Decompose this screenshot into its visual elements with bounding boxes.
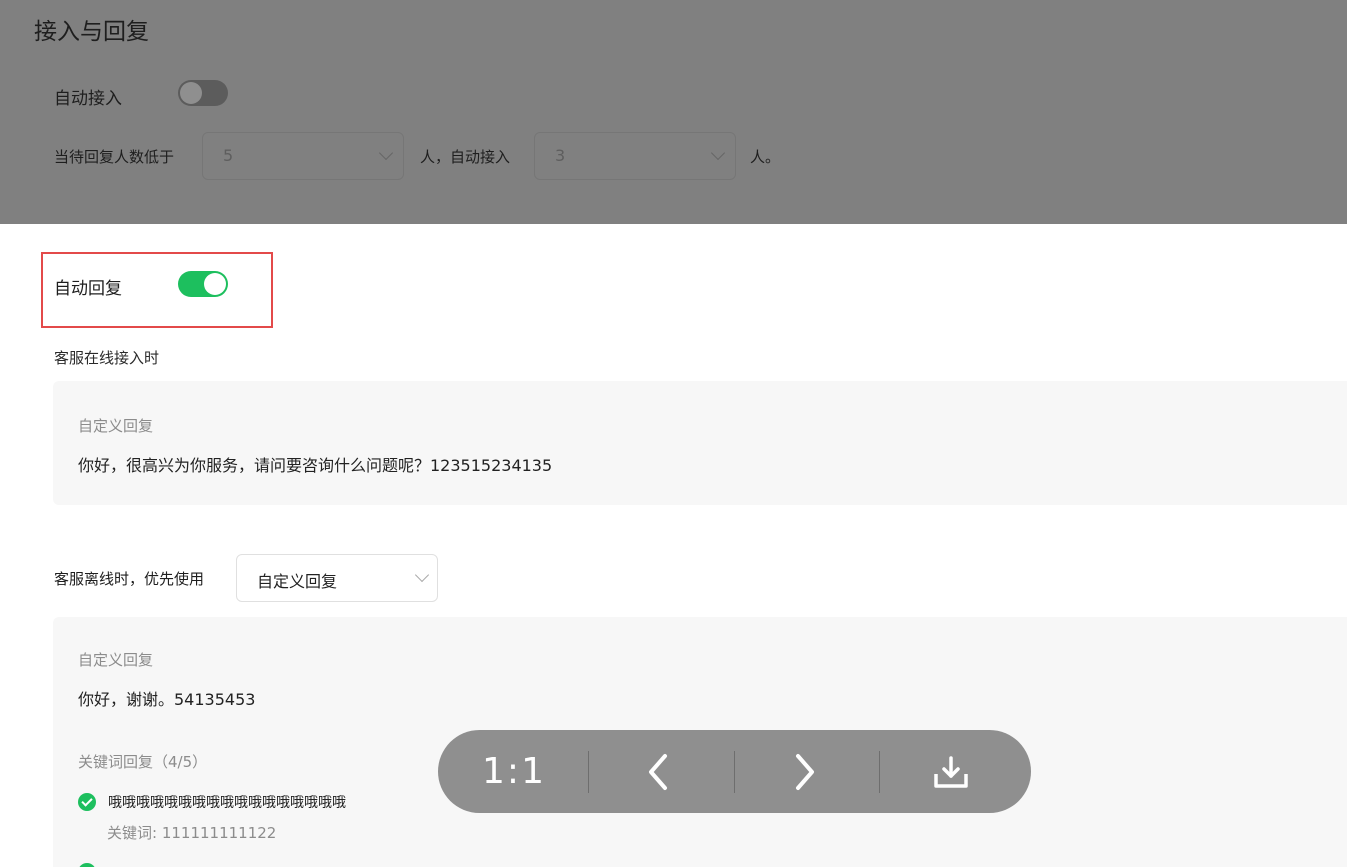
download-button[interactable] xyxy=(891,730,1011,813)
auto-reply-toggle[interactable] xyxy=(178,271,228,297)
ratio-button[interactable]: 1:1 xyxy=(454,730,574,813)
online-reply-panel[interactable]: 自定义回复 你好，很高兴为你服务，请问要咨询什么问题呢？123515234135 xyxy=(53,381,1347,505)
access-count-value: 3 xyxy=(555,146,566,165)
image-viewer-toolbar: 1:1 xyxy=(438,730,1031,813)
check-circle-icon xyxy=(78,793,96,811)
online-reply-text: 你好，很高兴为你服务，请问要咨询什么问题呢？123515234135 xyxy=(78,456,553,475)
access-settings-section: 接入与回复 自动接入 当待回复人数低于 5 人，自动接入 3 人。 xyxy=(0,0,1347,224)
chevron-right-icon xyxy=(796,753,814,790)
section-title: 接入与回复 xyxy=(34,19,149,45)
threshold-select[interactable]: 5 xyxy=(202,132,404,180)
toolbar-divider xyxy=(879,751,880,793)
keyword-reply-title: 关键词回复（4/5） xyxy=(78,753,208,771)
prev-button[interactable] xyxy=(598,730,718,813)
chevron-down-icon xyxy=(414,567,430,583)
offline-row: 客服离线时，优先使用 自定义回复 xyxy=(54,554,654,602)
next-button[interactable] xyxy=(745,730,865,813)
toggle-knob xyxy=(180,82,202,104)
auto-access-label: 自动接入 xyxy=(54,89,122,109)
threshold-middle-label: 人，自动接入 xyxy=(420,148,511,166)
toggle-knob xyxy=(204,273,226,295)
offline-label: 客服离线时，优先使用 xyxy=(54,570,205,588)
access-count-select[interactable]: 3 xyxy=(534,132,736,180)
keyword-reply-text: 哦哦哦哦哦哦哦哦哦哦哦哦哦哦哦哦哦 xyxy=(108,795,346,811)
offline-panel-title: 自定义回复 xyxy=(78,651,154,669)
threshold-suffix-label: 人。 xyxy=(750,148,781,166)
threshold-value: 5 xyxy=(223,146,234,165)
chevron-down-icon xyxy=(378,145,394,161)
online-panel-title: 自定义回复 xyxy=(78,417,154,435)
offline-reply-select[interactable]: 自定义回复 xyxy=(236,554,438,602)
chevron-down-icon xyxy=(710,145,726,161)
chevron-left-icon xyxy=(649,753,667,790)
check-circle-icon xyxy=(78,863,96,867)
auto-reply-label: 自动回复 xyxy=(54,279,122,299)
ratio-label: 1:1 xyxy=(482,751,546,792)
online-label: 客服在线接入时 xyxy=(54,349,160,367)
offline-reply-text: 你好，谢谢。54135453 xyxy=(78,690,256,709)
download-icon xyxy=(934,755,968,788)
threshold-prefix-label: 当待回复人数低于 xyxy=(54,148,175,166)
auto-access-toggle[interactable] xyxy=(178,80,228,106)
offline-select-value: 自定义回复 xyxy=(257,572,338,591)
toolbar-divider xyxy=(588,751,589,793)
keyword-text: 关键词: 111111111122 xyxy=(107,824,277,842)
threshold-row: 当待回复人数低于 5 人，自动接入 3 人。 xyxy=(54,132,854,180)
toolbar-divider xyxy=(734,751,735,793)
